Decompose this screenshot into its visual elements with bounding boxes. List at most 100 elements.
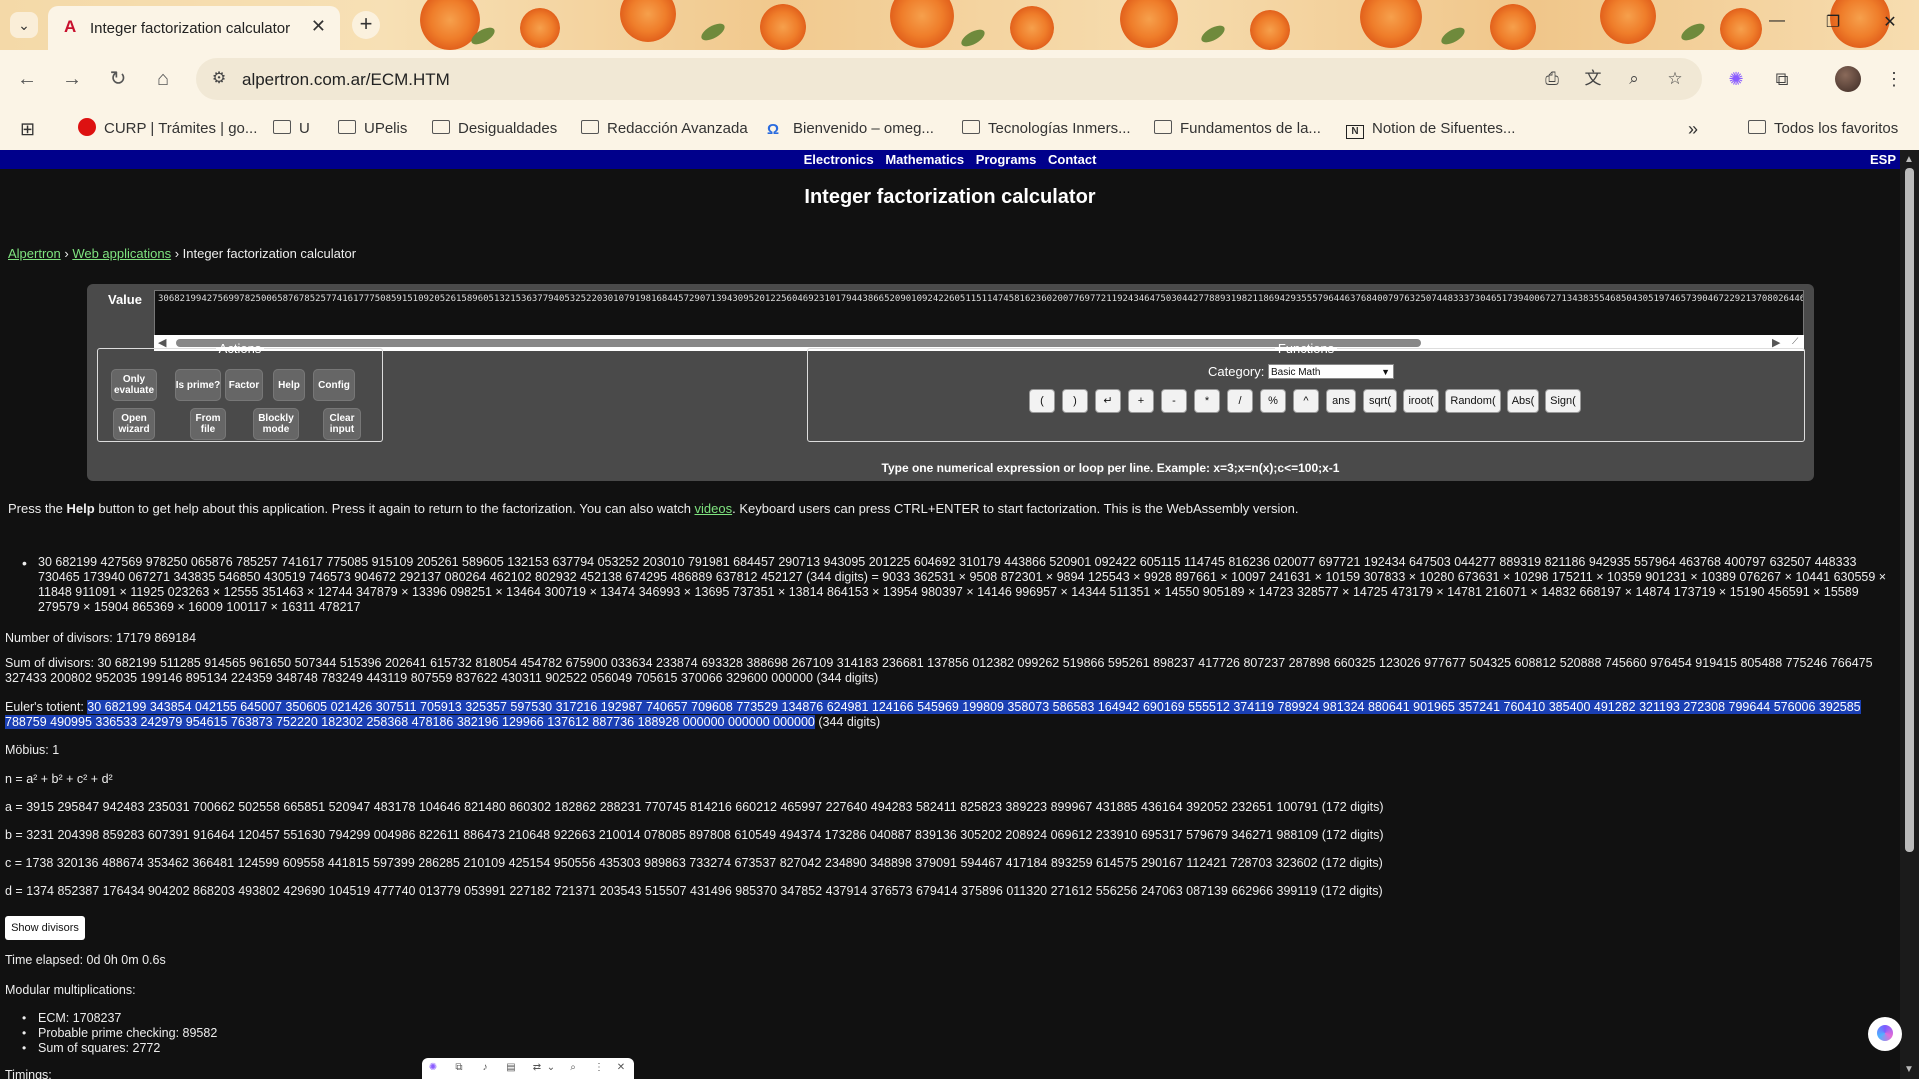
close-tab-icon[interactable]: ✕ <box>311 16 326 37</box>
factor-button[interactable]: Factor <box>225 369 263 401</box>
more-icon[interactable]: ⋮ <box>592 1061 606 1075</box>
extensions-icon[interactable]: ⧉ <box>1768 65 1796 93</box>
search-icon[interactable]: ⌕ <box>566 1061 580 1075</box>
close-window-icon[interactable]: ✕ <box>1875 12 1905 32</box>
restore-icon[interactable]: ❐ <box>1818 12 1848 32</box>
more-bookmarks-icon[interactable]: » <box>1688 118 1698 140</box>
folder-icon <box>432 120 450 134</box>
fn-abs-button[interactable]: Abs( <box>1507 389 1539 413</box>
nav-programs[interactable]: Programs <box>976 152 1037 167</box>
folder-icon <box>581 120 599 134</box>
url-text[interactable]: alpertron.com.ar/ECM.HTM <box>242 70 450 90</box>
actions-group: Actions Only evaluate Is prime? Factor H… <box>97 341 383 442</box>
calculator-panel: Value 3068219942756997825006587678525774… <box>87 284 1814 481</box>
speaker-icon[interactable]: ♪ <box>478 1061 492 1075</box>
bookmark-desigualdades[interactable]: Desigualdades <box>432 118 557 140</box>
bullet-dot: • <box>22 555 27 571</box>
bookmark-curp[interactable]: CURP | Trámites | go... <box>78 118 257 140</box>
minimize-icon[interactable]: — <box>1762 12 1792 30</box>
copilot-icon <box>1877 1025 1893 1041</box>
page-vertical-scrollbar[interactable]: ▲ ▼ <box>1900 150 1919 1079</box>
fn-divide-button[interactable]: / <box>1227 389 1253 413</box>
folder-icon <box>1154 120 1172 134</box>
all-bookmarks[interactable]: Todos los favoritos <box>1748 118 1898 140</box>
help-word: Help <box>66 501 95 516</box>
clear-input-button[interactable]: Clear input <box>323 408 361 440</box>
open-wizard-button[interactable]: Open wizard <box>113 408 155 440</box>
browser-toolbar: ← → ↻ ⌂ ⚙ alpertron.com.ar/ECM.HTM ⎙ 文 ⌕… <box>0 50 1919 108</box>
fn-close-paren-button[interactable]: ) <box>1062 389 1088 413</box>
help-button[interactable]: Help <box>273 369 305 401</box>
nav-contact[interactable]: Contact <box>1048 152 1096 167</box>
menu-kebab-icon[interactable]: ⋮ <box>1880 65 1908 93</box>
new-tab-button[interactable]: + <box>352 11 380 39</box>
fn-modulo-button[interactable]: % <box>1260 389 1286 413</box>
config-button[interactable]: Config <box>313 369 355 401</box>
fn-random-button[interactable]: Random( <box>1445 389 1501 413</box>
modular-multiplications-label: Modular multiplications: <box>5 983 136 997</box>
fn-multiply-button[interactable]: * <box>1194 389 1220 413</box>
back-icon[interactable]: ← <box>12 64 42 94</box>
copilot-badge[interactable] <box>1868 1017 1902 1051</box>
show-divisors-button[interactable]: Show divisors <box>5 916 85 940</box>
blockly-mode-button[interactable]: Blockly mode <box>253 408 299 440</box>
nav-electronics[interactable]: Electronics <box>804 152 874 167</box>
forward-icon[interactable]: → <box>57 64 87 94</box>
fn-sign-button[interactable]: Sign( <box>1545 389 1581 413</box>
folder-icon <box>1748 120 1766 134</box>
close-icon[interactable]: ✕ <box>614 1061 628 1075</box>
floating-toolbar: ✺ ⧉ ♪ ▤ ⇄ ⌄ ⌕ ⋮ ✕ <box>422 1058 634 1079</box>
translate-icon[interactable]: ⇄ <box>530 1061 544 1075</box>
site-info-icon[interactable]: ⚙ <box>208 68 230 90</box>
chevron-down-icon[interactable]: ⌄ <box>544 1061 558 1075</box>
install-app-icon[interactable]: ⎙ <box>1540 68 1564 90</box>
address-bar[interactable]: ⚙ alpertron.com.ar/ECM.HTM ⎙ 文 ⌕ ☆ <box>196 58 1702 100</box>
copy-icon[interactable]: ⧉ <box>452 1061 466 1075</box>
scroll-up-icon[interactable]: ▲ <box>1904 154 1914 165</box>
document-icon[interactable]: ▤ <box>504 1061 518 1075</box>
is-prime-button[interactable]: Is prime? <box>175 369 221 401</box>
bookmark-tecnologias[interactable]: Tecnologías Inmers... <box>962 118 1131 140</box>
home-icon[interactable]: ⌂ <box>148 64 178 94</box>
fn-newline-button[interactable]: ↵ <box>1095 389 1121 413</box>
zoom-icon[interactable]: ⌕ <box>1622 68 1646 90</box>
fn-plus-button[interactable]: + <box>1128 389 1154 413</box>
translate-icon[interactable]: 文 <box>1581 68 1605 90</box>
bookmark-u[interactable]: U <box>273 118 310 140</box>
from-file-button[interactable]: From file <box>190 408 226 440</box>
apps-grid-icon[interactable]: ⊞ <box>20 118 35 140</box>
nav-mathematics[interactable]: Mathematics <box>885 152 964 167</box>
fn-ans-button[interactable]: ans <box>1326 389 1356 413</box>
plus-icon: + <box>359 11 373 36</box>
breadcrumb-web-applications[interactable]: Web applications <box>72 246 171 261</box>
bookmark-notion[interactable]: N Notion de Sifuentes... <box>1346 118 1515 140</box>
videos-link[interactable]: videos <box>695 501 733 516</box>
fn-power-button[interactable]: ^ <box>1293 389 1319 413</box>
fn-iroot-button[interactable]: iroot( <box>1403 389 1439 413</box>
bookmark-fundamentos[interactable]: Fundamentos de la... <box>1154 118 1321 140</box>
scroll-down-icon[interactable]: ▼ <box>1904 1064 1914 1075</box>
bookmark-bienvenido[interactable]: Ω Bienvenido – omeg... <box>767 118 934 140</box>
breadcrumb-alpertron[interactable]: Alpertron <box>8 246 61 261</box>
value-input[interactable]: 3068219942756997825006587678525774161777… <box>154 290 1804 337</box>
reload-icon[interactable]: ↻ <box>103 64 133 94</box>
category-select[interactable]: Basic Math ▼ <box>1268 364 1394 379</box>
copilot-icon[interactable]: ✺ <box>426 1061 440 1075</box>
scrollbar-thumb[interactable] <box>1905 168 1914 852</box>
copilot-icon[interactable]: ✺ <box>1722 65 1750 93</box>
tab-search-button[interactable]: ⌄ <box>10 12 38 38</box>
profile-avatar[interactable] <box>1835 66 1861 92</box>
fn-sqrt-button[interactable]: sqrt( <box>1363 389 1397 413</box>
bookmark-redaccion[interactable]: Redacción Avanzada <box>581 118 748 140</box>
bookmark-star-icon[interactable]: ☆ <box>1663 68 1687 90</box>
language-toggle[interactable]: ESP <box>1870 150 1896 169</box>
only-evaluate-button[interactable]: Only evaluate <box>111 369 157 401</box>
functions-legend: Functions <box>1277 341 1335 356</box>
bullet-dot: • <box>22 1011 27 1025</box>
fn-minus-button[interactable]: - <box>1161 389 1187 413</box>
red-circle-icon <box>78 118 96 136</box>
help-paragraph: Press the Help button to get help about … <box>8 501 1299 516</box>
fn-open-paren-button[interactable]: ( <box>1029 389 1055 413</box>
active-tab[interactable]: A Integer factorization calculator ✕ <box>48 6 340 50</box>
bookmark-upelis[interactable]: UPelis <box>338 118 407 140</box>
